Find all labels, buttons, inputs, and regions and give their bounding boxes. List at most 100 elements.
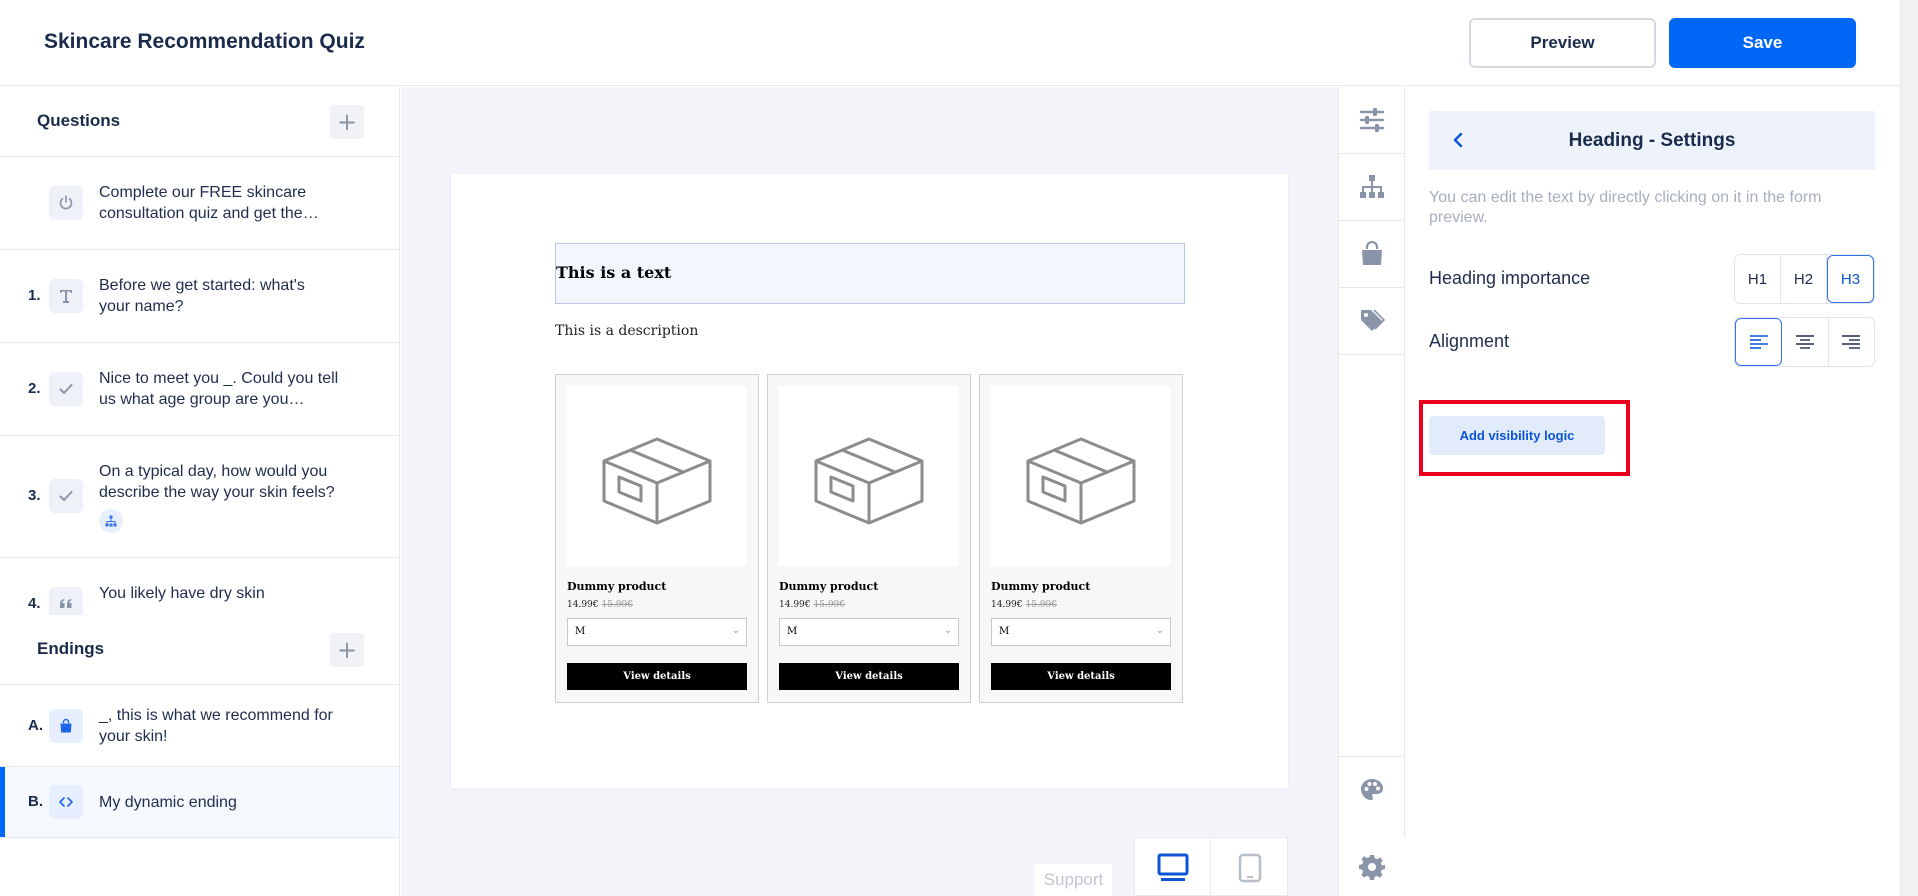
page-title: Skincare Recommendation Quiz <box>44 30 365 53</box>
question-text: You likely have dry skin <box>99 585 265 602</box>
power-icon <box>49 186 83 220</box>
size-select[interactable]: M ⌄ <box>567 618 747 646</box>
ending-item-b[interactable]: B. My dynamic ending <box>0 767 399 838</box>
align-right-option[interactable] <box>1829 318 1874 366</box>
product-name: Dummy product <box>991 580 1091 593</box>
question-item-welcome[interactable]: Complete our FREE skincare consultation … <box>0 157 399 250</box>
view-details-button[interactable]: View details <box>779 663 959 690</box>
alignment-label: Alignment <box>1429 331 1510 351</box>
question-item-3[interactable]: 3. On a typical day, how would you descr… <box>0 436 399 558</box>
ending-text: My dynamic ending <box>99 794 237 811</box>
question-item-4[interactable]: 4. You likely have dry skin <box>0 558 399 615</box>
product-card: Dummy product 14.99€ 15.99€ M ⌄ View detai… <box>555 374 759 703</box>
palette-icon <box>1361 779 1383 800</box>
ending-letter: A. <box>28 717 43 734</box>
align-right-icon <box>1842 335 1861 349</box>
tool-strip <box>1338 87 1405 896</box>
settings-hint: You can edit the text by directly clicki… <box>1429 189 1822 226</box>
shopping-bag-icon <box>49 709 83 743</box>
sliders-icon <box>1359 108 1385 132</box>
tag-icon <box>1361 309 1385 331</box>
mobile-view-button[interactable] <box>1212 838 1288 896</box>
old-price: 15.99€ <box>1025 600 1058 610</box>
gear-icon <box>1359 854 1385 880</box>
ending-text: _, this is what we recommend for your sk… <box>99 707 333 745</box>
desktop-icon <box>1157 853 1188 881</box>
current-price: 14.99€ <box>779 600 811 610</box>
chevron-down-icon: ⌄ <box>731 625 740 636</box>
check-icon <box>49 479 83 513</box>
description-text[interactable]: This is a description <box>555 323 698 339</box>
align-left-icon <box>1749 335 1768 349</box>
heading-importance-selector: H1 H2 H3 <box>1734 254 1875 304</box>
old-price: 15.99€ <box>813 600 846 610</box>
tablet-icon <box>1238 853 1262 882</box>
size-select[interactable]: M ⌄ <box>779 618 959 646</box>
text-icon <box>49 279 83 313</box>
heading-text[interactable]: This is a text <box>556 263 671 282</box>
size-select[interactable]: M ⌄ <box>991 618 1171 646</box>
h3-option[interactable]: H3 <box>1827 255 1874 303</box>
support-button[interactable]: Support <box>1035 864 1112 896</box>
device-toggle <box>1134 837 1288 896</box>
logic-tool[interactable] <box>1339 154 1405 221</box>
questions-sidebar: Questions + Complete our FREE skincare c… <box>0 87 400 896</box>
branch-logic-icon <box>99 509 123 533</box>
form-canvas: This is a text This is a description Dum… <box>401 87 1338 896</box>
h2-option[interactable]: H2 <box>1781 255 1827 303</box>
old-price: 15.99€ <box>601 600 634 610</box>
view-details-button[interactable]: View details <box>991 663 1171 690</box>
top-header: Skincare Recommendation Quiz Preview Sav… <box>0 0 1918 86</box>
align-left-option[interactable] <box>1735 318 1783 366</box>
settings-title: Heading - Settings <box>1568 130 1736 151</box>
view-details-button[interactable]: View details <box>567 663 747 690</box>
current-price: 14.99€ <box>567 600 599 610</box>
endings-title: Endings <box>37 639 105 658</box>
question-item-2[interactable]: 2. Nice to meet you _. Could you tell us… <box>0 343 399 436</box>
shopping-bag-icon <box>1362 241 1382 265</box>
settings-panel: Heading - Settings You can edit the text… <box>1406 87 1900 896</box>
chevron-down-icon: ⌄ <box>943 625 952 636</box>
sitemap-icon <box>1360 175 1384 198</box>
sliders-tool[interactable] <box>1339 87 1405 154</box>
size-value: M <box>999 626 1010 637</box>
save-button[interactable]: Save <box>1669 18 1856 68</box>
question-list: Complete our FREE skincare consultation … <box>0 157 399 615</box>
form-preview: This is a text This is a description Dum… <box>451 174 1288 788</box>
preview-button[interactable]: Preview <box>1469 18 1656 68</box>
question-number: 1. <box>28 287 41 304</box>
question-text: Before we get started: what's your name? <box>99 277 305 315</box>
current-price: 14.99€ <box>991 600 1023 610</box>
window-scrollbar[interactable] <box>1900 0 1918 896</box>
box-icon <box>779 386 959 566</box>
box-icon <box>567 386 747 566</box>
add-visibility-logic-button[interactable]: Add visibility logic <box>1429 416 1605 455</box>
chevron-down-icon: ⌄ <box>1155 625 1164 636</box>
product-price: 14.99€ 15.99€ <box>991 600 1057 610</box>
theme-tool[interactable] <box>1339 756 1405 823</box>
size-value: M <box>575 626 586 637</box>
question-text: Nice to meet you _. Could you tell us wh… <box>99 370 339 408</box>
questions-header: Questions + <box>0 87 399 157</box>
desktop-view-button[interactable] <box>1135 838 1211 896</box>
code-icon <box>49 785 83 819</box>
questions-title: Questions <box>37 111 121 130</box>
question-item-1[interactable]: 1. Before we get started: what's your na… <box>0 250 399 343</box>
question-text: On a typical day, how would you describe… <box>99 463 335 501</box>
product-price: 14.99€ 15.99€ <box>567 600 633 610</box>
product-card: Dummy product 14.99€ 15.99€ M ⌄ View detai… <box>979 374 1183 703</box>
tags-tool[interactable] <box>1339 288 1405 355</box>
h1-option[interactable]: H1 <box>1735 255 1781 303</box>
settings-gear-tool[interactable] <box>1339 837 1405 896</box>
heading-block[interactable]: This is a text <box>555 243 1185 304</box>
add-question-button[interactable]: + <box>330 105 364 139</box>
ending-item-a[interactable]: A. _, this is what we recommend for your… <box>0 685 399 767</box>
quote-icon <box>49 587 83 615</box>
add-ending-button[interactable]: + <box>330 633 364 667</box>
size-value: M <box>787 626 798 637</box>
question-number: 3. <box>28 487 41 504</box>
align-center-option[interactable] <box>1782 318 1829 366</box>
product-name: Dummy product <box>567 580 667 593</box>
check-icon <box>49 372 83 406</box>
products-tool[interactable] <box>1339 221 1405 288</box>
